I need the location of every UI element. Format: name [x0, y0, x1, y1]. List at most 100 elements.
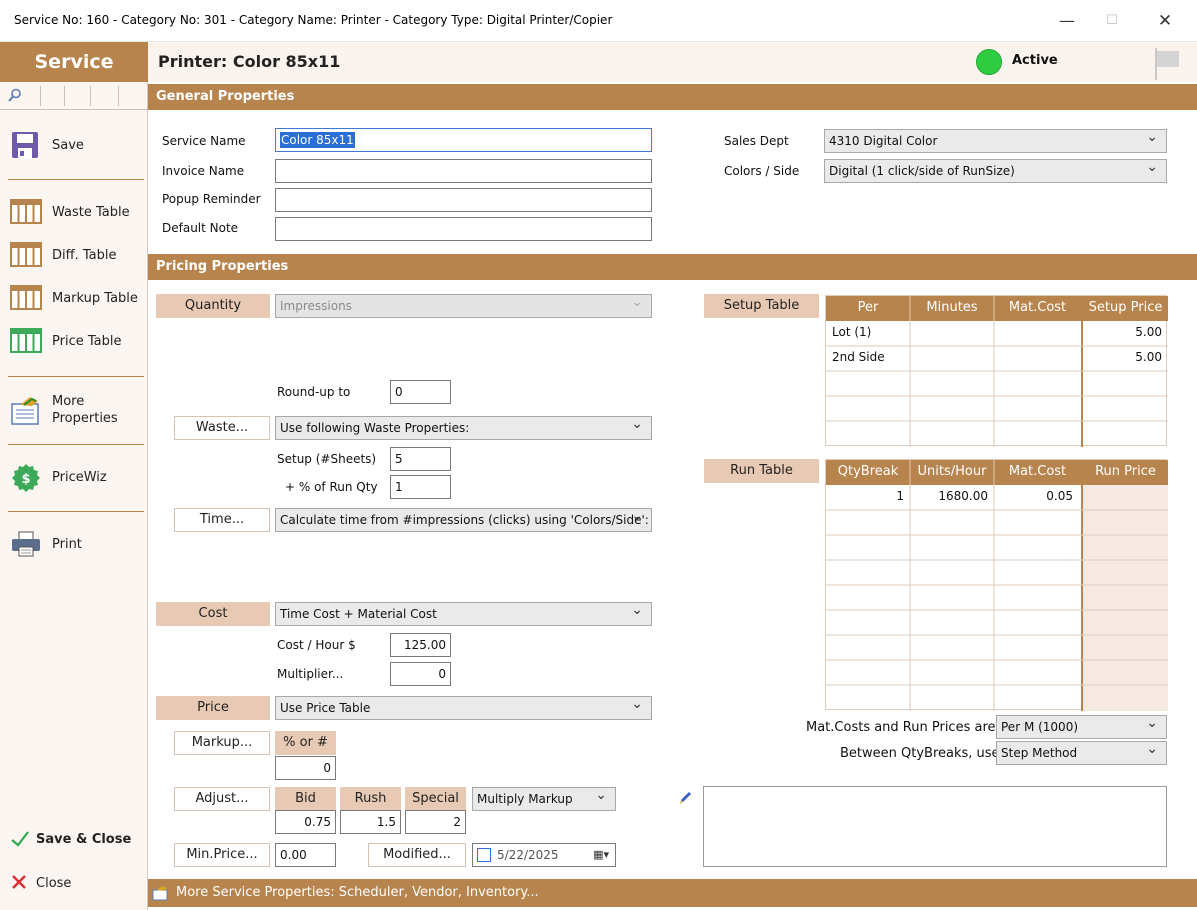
cost-hour-label: Cost / Hour $ — [277, 638, 356, 652]
quantity-label: Quantity — [156, 294, 270, 318]
properties-sheet-icon — [10, 396, 42, 425]
printer-icon — [10, 530, 42, 558]
run-row-1-units-hour[interactable]: 1680.00 — [910, 489, 988, 503]
more-service-properties-bar[interactable]: More Service Properties: Scheduler, Vend… — [148, 879, 1197, 907]
price-table-button[interactable]: Price Table — [10, 322, 121, 360]
setup-header-setup-price: Setup Price — [1088, 300, 1163, 315]
markup-table-label: Markup Table — [52, 290, 138, 306]
window-title: Service No: 160 - Category No: 301 - Cat… — [14, 13, 613, 27]
waste-table-button[interactable]: Waste Table — [10, 193, 130, 231]
between-qtybreaks-select[interactable]: Step Method — [996, 741, 1167, 765]
special-input[interactable]: 2 — [405, 810, 466, 834]
price-select[interactable]: Use Price Table — [275, 696, 652, 720]
bid-input[interactable]: 0.75 — [275, 810, 336, 834]
modified-checkbox[interactable] — [477, 848, 491, 862]
min-price-input[interactable]: 0.00 — [275, 843, 336, 867]
setup-row-2-per[interactable]: 2nd Side — [832, 350, 885, 364]
service-name-label: Service Name — [162, 134, 246, 148]
service-header: Printer: Color 85x11 Active — [148, 42, 1197, 82]
sidebar: Service Save Waste Table Diff. Table Mar… — [0, 42, 148, 910]
adjust-button[interactable]: Adjust... — [174, 787, 270, 811]
more-service-properties-label: More Service Properties: Scheduler, Vend… — [176, 885, 539, 900]
calendar-icon[interactable]: ▦▾ — [593, 844, 609, 866]
close-button[interactable]: Close — [10, 864, 71, 902]
checkmark-icon — [10, 825, 30, 853]
colors-side-label: Colors / Side — [724, 164, 800, 178]
adjust-mode-select[interactable]: Multiply Markup — [472, 787, 616, 811]
setup-sheets-input[interactable]: 5 — [390, 447, 451, 471]
table-icon — [10, 198, 42, 226]
markup-table-button[interactable]: Markup Table — [10, 279, 138, 317]
close-x-icon — [10, 869, 30, 897]
run-header-qtybreak: QtyBreak — [837, 464, 899, 479]
default-note-input[interactable] — [275, 217, 652, 241]
service-name-input[interactable]: Color 85x11 — [275, 128, 652, 152]
markup-button[interactable]: Markup... — [174, 731, 270, 755]
setup-row-2-price[interactable]: 5.00 — [1083, 350, 1162, 364]
min-price-button[interactable]: Min.Price... — [174, 843, 270, 867]
properties-icon — [152, 885, 170, 904]
more-properties-button[interactable]: More Properties — [10, 388, 118, 432]
setup-table[interactable]: Per Minutes Mat.Cost Setup Price Lot (1)… — [825, 295, 1168, 447]
minimize-button[interactable]: — — [1045, 6, 1089, 36]
flag-icon[interactable] — [1152, 46, 1182, 83]
save-label: Save — [52, 137, 84, 153]
modified-button[interactable]: Modified... — [368, 843, 466, 867]
table-icon — [10, 241, 42, 269]
print-label: Print — [52, 536, 82, 552]
roundup-input[interactable]: 0 — [390, 380, 451, 404]
maximize-button[interactable]: ☐ — [1090, 6, 1134, 36]
cost-select[interactable]: Time Cost + Material Cost — [275, 602, 652, 626]
dollar-badge-icon: $ — [10, 463, 42, 492]
more-properties-label-line1: More — [52, 394, 85, 409]
setup-row-1-per[interactable]: Lot (1) — [832, 325, 871, 339]
diff-table-button[interactable]: Diff. Table — [10, 236, 116, 274]
setup-row-1-price[interactable]: 5.00 — [1083, 325, 1162, 339]
run-row-1-qtybreak[interactable]: 1 — [826, 489, 904, 503]
pct-run-qty-input[interactable]: 1 — [390, 475, 451, 499]
waste-table-label: Waste Table — [52, 204, 130, 220]
markup-input[interactable]: 0 — [275, 756, 336, 780]
waste-button[interactable]: Waste... — [174, 416, 270, 440]
between-qtybreaks-label: Between QtyBreaks, use — [840, 746, 1000, 761]
page-title: Printer: Color 85x11 — [158, 52, 341, 71]
multiplier-input[interactable]: 0 — [390, 662, 451, 686]
save-button[interactable]: Save — [10, 126, 84, 164]
colors-side-select[interactable]: Digital (1 click/side of RunSize) — [824, 159, 1167, 183]
pricewiz-label: PriceWiz — [52, 469, 107, 485]
run-table-label: Run Table — [704, 459, 819, 483]
markup-pct-label: % or # — [275, 731, 336, 755]
close-window-button[interactable]: ✕ — [1143, 6, 1187, 36]
pencil-icon[interactable] — [678, 790, 692, 809]
print-button[interactable]: Print — [10, 525, 82, 563]
setup-table-grid — [826, 296, 1168, 447]
invoice-name-label: Invoice Name — [162, 164, 245, 178]
rush-input[interactable]: 1.5 — [340, 810, 401, 834]
run-header-matcost: Mat.Cost — [1008, 464, 1067, 479]
status-indicator-icon[interactable] — [976, 49, 1002, 75]
svg-text:$: $ — [21, 472, 30, 487]
pricewiz-button[interactable]: $ PriceWiz — [10, 458, 107, 496]
run-row-1-matcost[interactable]: 0.05 — [994, 489, 1073, 503]
run-table[interactable]: QtyBreak Units/Hour Mat.Cost Run Price 1… — [825, 459, 1168, 711]
time-button[interactable]: Time... — [174, 508, 270, 532]
save-close-button[interactable]: Save & Close — [10, 820, 131, 858]
sales-dept-select[interactable]: 4310 Digital Color — [824, 129, 1167, 153]
search-icon[interactable] — [8, 88, 22, 102]
rush-label: Rush — [340, 787, 401, 811]
multiplier-label[interactable]: Multiplier... — [277, 667, 343, 681]
run-header-run-price: Run Price — [1095, 464, 1156, 479]
popup-reminder-label: Popup Reminder — [162, 192, 261, 206]
modified-date-picker[interactable]: 5/22/2025 ▦▾ — [472, 843, 616, 867]
matcost-basis-select[interactable]: Per M (1000) — [996, 715, 1167, 739]
notes-textarea[interactable] — [703, 786, 1167, 867]
popup-reminder-input[interactable] — [275, 188, 652, 212]
window-titlebar: Service No: 160 - Category No: 301 - Cat… — [0, 0, 1197, 42]
invoice-name-input[interactable] — [275, 159, 652, 183]
time-select[interactable]: Calculate time from #impressions (clicks… — [275, 508, 652, 532]
floppy-disk-icon — [10, 131, 42, 159]
waste-select[interactable]: Use following Waste Properties: — [275, 416, 652, 440]
default-note-label: Default Note — [162, 221, 239, 235]
cost-hour-input[interactable]: 125.00 — [390, 633, 451, 657]
quantity-select[interactable]: Impressions — [275, 294, 652, 318]
